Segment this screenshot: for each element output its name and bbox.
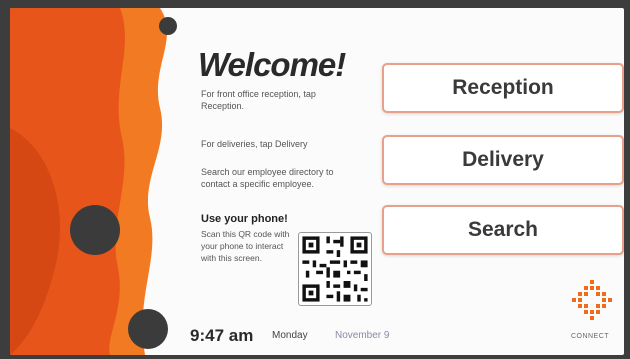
reception-button[interactable]: Reception bbox=[382, 63, 624, 113]
kiosk-screen: Welcome! For front office reception, tap… bbox=[10, 8, 624, 355]
connect-logo-icon bbox=[572, 280, 612, 320]
clock-time: 9:47 am bbox=[190, 326, 254, 345]
search-button[interactable]: Search bbox=[382, 205, 624, 255]
brand-name: CONNECT bbox=[570, 333, 610, 340]
phone-heading: Use your phone! bbox=[201, 213, 288, 225]
search-instruction: Search our employee directory to contact… bbox=[201, 167, 334, 189]
qr-code-icon[interactable] bbox=[298, 232, 372, 306]
delivery-button[interactable]: Delivery bbox=[382, 135, 624, 185]
current-date: November 9 bbox=[335, 330, 390, 341]
phone-instruction: Scan this QR code with your phone to int… bbox=[201, 229, 290, 263]
reception-instruction: For front office reception, tap Receptio… bbox=[201, 89, 316, 111]
weekday: Monday bbox=[272, 330, 308, 341]
delivery-instruction: For deliveries, tap Delivery bbox=[201, 139, 308, 149]
decorative-orange-art bbox=[10, 8, 177, 355]
welcome-title: Welcome! bbox=[198, 46, 346, 83]
kiosk-frame: Welcome! For front office reception, tap… bbox=[0, 0, 630, 359]
